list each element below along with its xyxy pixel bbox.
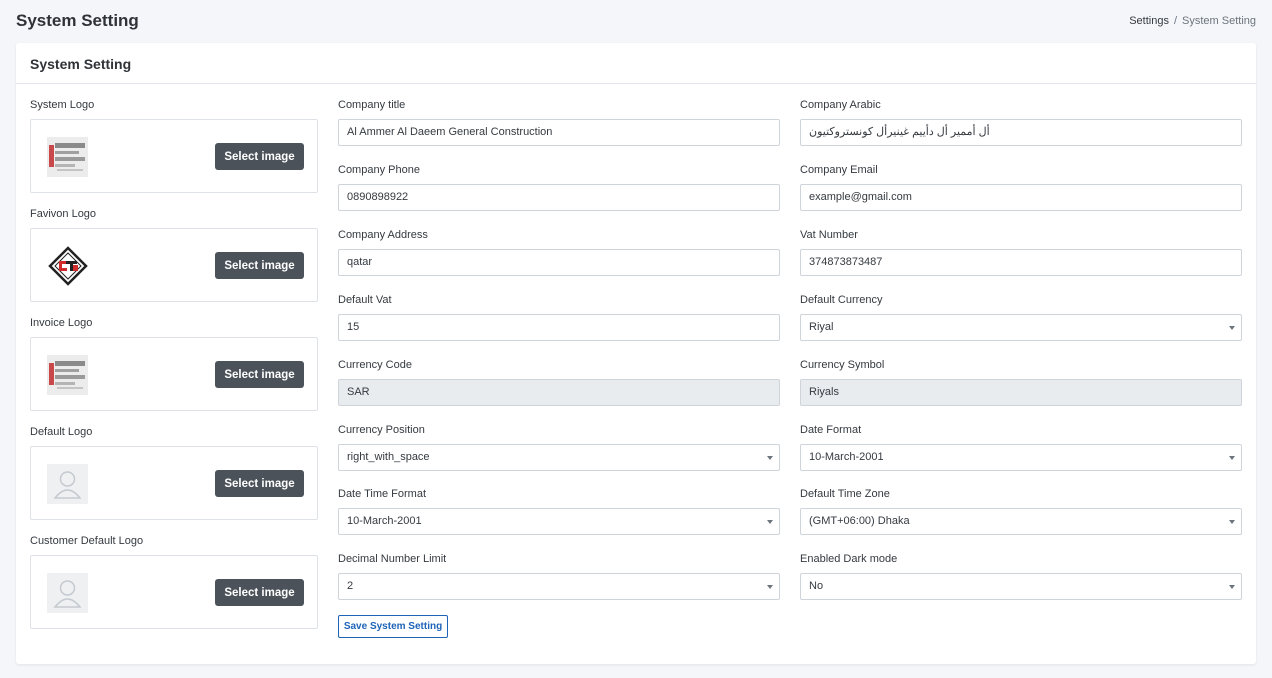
decimal-number-limit-field: Decimal Number Limit 2: [338, 553, 780, 600]
currency-symbol-field: Currency Symbol Riyals: [800, 359, 1242, 406]
company-phone-field: Company Phone 0890898922: [338, 164, 780, 211]
company-phone-label: Company Phone: [338, 164, 420, 176]
default-currency-value: Riyal: [809, 321, 834, 333]
company-arabic-field: Company Arabic أل أممير أل دأييم غينيرأل…: [800, 99, 1242, 146]
page-header: System Setting Settings / System Setting: [0, 0, 1272, 42]
decimal-number-limit-select[interactable]: 2: [338, 573, 780, 600]
default-currency-field: Default Currency Riyal: [800, 294, 1242, 341]
system-logo-box: Select image: [30, 119, 318, 193]
company-title-input[interactable]: Al Ammer Al Daeem General Construction: [338, 119, 780, 146]
decimal-number-limit-label: Decimal Number Limit: [338, 553, 447, 565]
favicon-logo-select-button[interactable]: Select image: [215, 252, 304, 279]
card-title: System Setting: [30, 56, 132, 72]
soft-touch-logo-icon: [47, 137, 88, 177]
breadcrumb: Settings / System Setting: [1129, 15, 1256, 27]
system-logo-group: System Logo Select image: [30, 99, 318, 208]
company-address-label: Company Address: [338, 229, 428, 241]
company-address-input[interactable]: qatar: [338, 249, 780, 276]
date-format-value: 10-March-2001: [809, 451, 884, 463]
company-title-field: Company title Al Ammer Al Daeem General …: [338, 99, 780, 146]
chevron-down-icon: [767, 456, 773, 460]
save-system-setting-button[interactable]: Save System Setting: [338, 615, 448, 638]
system-logo-label: System Logo: [30, 99, 95, 111]
currency-code-input: SAR: [338, 379, 780, 406]
default-currency-label: Default Currency: [800, 294, 883, 306]
user-placeholder-icon: [47, 573, 88, 613]
logo-column: System Logo Select image Favivon Logo Se…: [30, 99, 318, 644]
vat-number-input[interactable]: 374873873487: [800, 249, 1242, 276]
soft-touch-logo-icon: [47, 355, 88, 395]
company-phone-input[interactable]: 0890898922: [338, 184, 780, 211]
system-setting-card: System Setting System Logo Select image …: [16, 43, 1256, 664]
invoice-logo-box: Select image: [30, 337, 318, 411]
default-logo-select-button[interactable]: Select image: [215, 470, 304, 497]
default-time-zone-field: Default Time Zone (GMT+06:00) Dhaka: [800, 488, 1242, 535]
default-time-zone-select[interactable]: (GMT+06:00) Dhaka: [800, 508, 1242, 535]
currency-code-label: Currency Code: [338, 359, 412, 371]
company-address-field: Company Address qatar: [338, 229, 780, 276]
favicon-logo-group: Favivon Logo Select image: [30, 208, 318, 317]
default-logo-group: Default Logo Select image: [30, 426, 318, 535]
customer-default-logo-select-button[interactable]: Select image: [215, 579, 304, 606]
enabled-dark-mode-value: No: [809, 580, 824, 592]
favicon-logo-label: Favivon Logo: [30, 208, 97, 220]
currency-position-label: Currency Position: [338, 424, 425, 436]
enabled-dark-mode-label: Enabled Dark mode: [800, 553, 898, 565]
invoice-logo-group: Invoice Logo Select image: [30, 317, 318, 426]
customer-default-logo-label: Customer Default Logo: [30, 535, 144, 547]
default-time-zone-value: (GMT+06:00) Dhaka: [809, 515, 910, 527]
vat-number-label: Vat Number: [800, 229, 858, 241]
company-email-input[interactable]: example@gmail.com: [800, 184, 1242, 211]
date-time-format-field: Date Time Format 10-March-2001: [338, 488, 780, 535]
system-logo-select-button[interactable]: Select image: [215, 143, 304, 170]
customer-default-logo-group: Customer Default Logo Select image: [30, 535, 318, 644]
invoice-logo-select-button[interactable]: Select image: [215, 361, 304, 388]
date-time-format-select[interactable]: 10-March-2001: [338, 508, 780, 535]
chevron-down-icon: [767, 520, 773, 524]
default-vat-field: Default Vat 15: [338, 294, 780, 341]
chevron-down-icon: [767, 585, 773, 589]
invoice-logo-label: Invoice Logo: [30, 317, 93, 329]
chevron-down-icon: [1229, 585, 1235, 589]
company-arabic-label: Company Arabic: [800, 99, 881, 111]
vat-number-field: Vat Number 374873873487: [800, 229, 1242, 276]
enabled-dark-mode-select[interactable]: No: [800, 573, 1242, 600]
currency-position-select[interactable]: right_with_space: [338, 444, 780, 471]
breadcrumb-settings-link[interactable]: Settings: [1129, 15, 1169, 27]
default-time-zone-label: Default Time Zone: [800, 488, 890, 500]
currency-symbol-label: Currency Symbol: [800, 359, 885, 371]
enabled-dark-mode-field: Enabled Dark mode No: [800, 553, 1242, 600]
default-currency-select[interactable]: Riyal: [800, 314, 1242, 341]
card-header: System Setting: [16, 43, 1256, 84]
date-format-field: Date Format 10-March-2001: [800, 424, 1242, 471]
date-time-format-label: Date Time Format: [338, 488, 427, 500]
favicon-logo-box: Select image: [30, 228, 318, 302]
company-arabic-input[interactable]: أل أممير أل دأييم غينيرأل كونستروكتيون: [800, 119, 1242, 146]
page-title: System Setting: [16, 11, 139, 30]
default-vat-label: Default Vat: [338, 294, 392, 306]
company-email-field: Company Email example@gmail.com: [800, 164, 1242, 211]
currency-symbol-input: Riyals: [800, 379, 1242, 406]
customer-default-logo-box: Select image: [30, 555, 318, 629]
company-title-label: Company title: [338, 99, 406, 111]
currency-code-field: Currency Code SAR: [338, 359, 780, 406]
default-logo-box: Select image: [30, 446, 318, 520]
company-email-label: Company Email: [800, 164, 878, 176]
breadcrumb-current: System Setting: [1182, 15, 1256, 27]
currency-position-value: right_with_space: [347, 451, 430, 463]
chevron-down-icon: [1229, 456, 1235, 460]
default-vat-input[interactable]: 15: [338, 314, 780, 341]
decimal-number-limit-value: 2: [347, 580, 354, 592]
chevron-down-icon: [1229, 520, 1235, 524]
chevron-down-icon: [1229, 326, 1235, 330]
date-format-label: Date Format: [800, 424, 862, 436]
date-format-select[interactable]: 10-March-2001: [800, 444, 1242, 471]
currency-position-field: Currency Position right_with_space: [338, 424, 780, 471]
user-placeholder-icon: [47, 464, 88, 504]
default-logo-label: Default Logo: [30, 426, 93, 438]
sts-favicon-icon: [47, 246, 88, 286]
date-time-format-value: 10-March-2001: [347, 515, 422, 527]
breadcrumb-separator: /: [1173, 15, 1178, 27]
